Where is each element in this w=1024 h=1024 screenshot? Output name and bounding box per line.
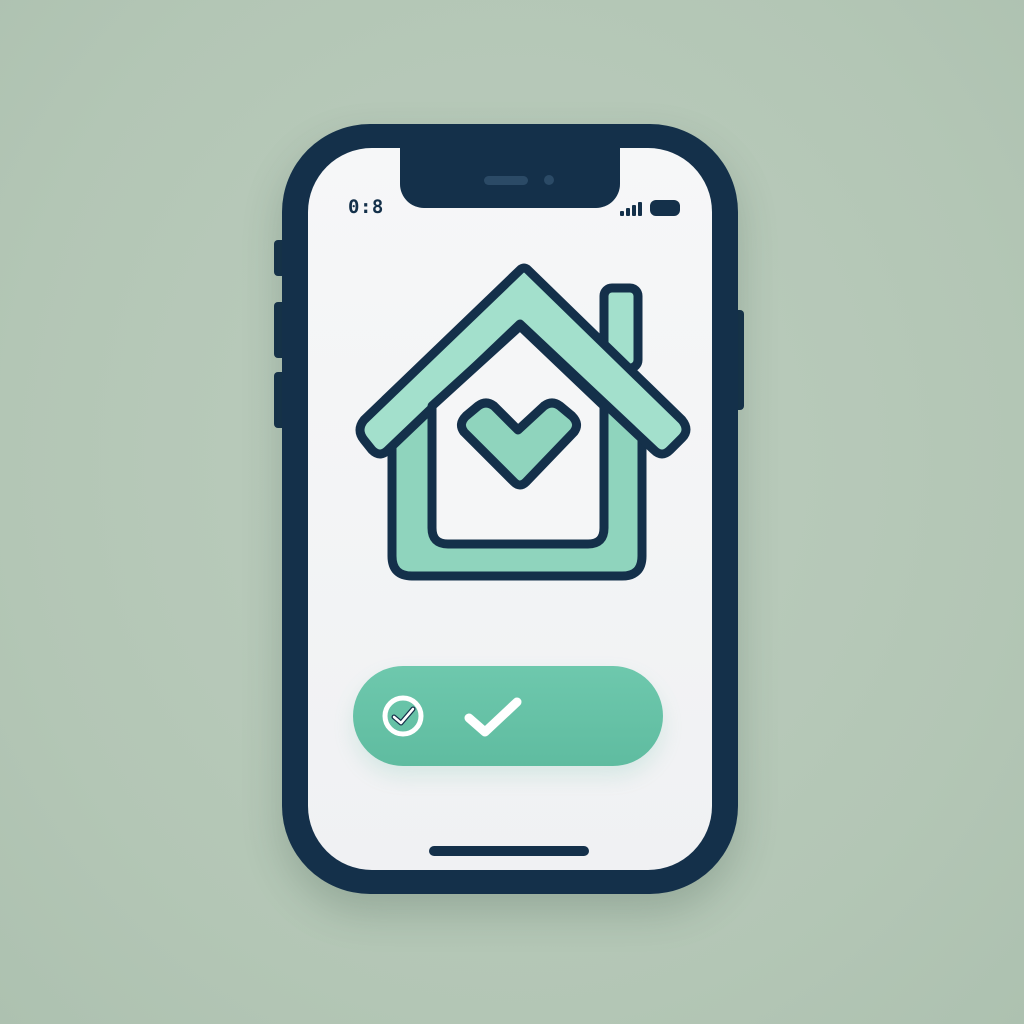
battery-icon xyxy=(650,200,680,216)
earpiece-speaker xyxy=(484,176,528,185)
signal-bars-icon xyxy=(620,202,642,216)
notch xyxy=(400,148,620,208)
front-camera xyxy=(544,175,554,185)
status-time: 0:8 xyxy=(348,196,384,218)
confirm-button[interactable] xyxy=(353,666,663,766)
phone-screen: 0:8 xyxy=(308,148,712,870)
background: 0:8 xyxy=(0,0,1024,1024)
home-indicator[interactable] xyxy=(429,846,589,856)
circle-check-icon xyxy=(382,695,424,737)
check-icon xyxy=(464,697,522,737)
house-check-icon xyxy=(355,263,691,581)
phone-frame: 0:8 xyxy=(282,124,738,894)
